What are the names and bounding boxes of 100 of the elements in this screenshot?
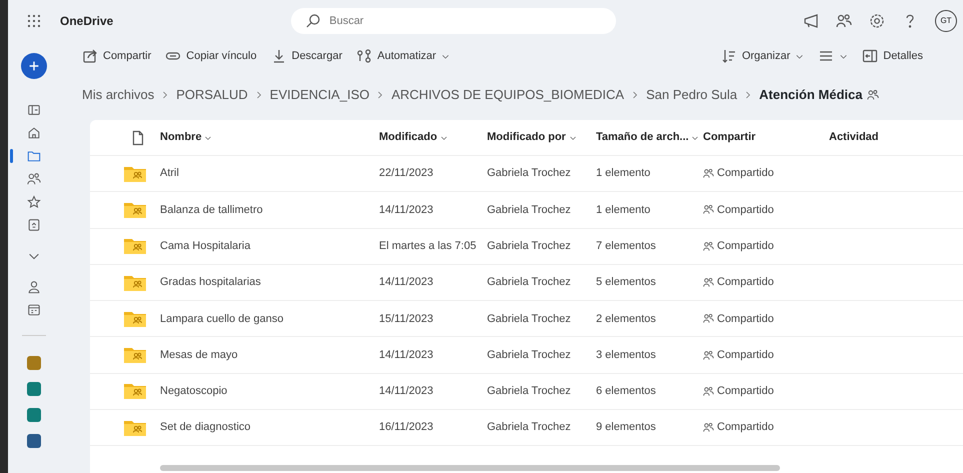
megaphone-button[interactable]	[803, 13, 819, 29]
sidebar-item[interactable]	[27, 126, 41, 140]
horizontal-scrollbar[interactable]	[160, 465, 780, 471]
sidebar-item[interactable]	[27, 172, 41, 186]
people-icon	[703, 240, 714, 252]
modified-date: 14/11/2023	[379, 384, 434, 400]
item-count: 9 elementos	[596, 420, 657, 436]
modified-by: Gabriela Trochez	[487, 166, 572, 182]
toolbar-button[interactable]: Compartir	[82, 48, 152, 64]
recycle-bin-icon	[27, 218, 41, 232]
toolbar-button[interactable]: Detalles	[862, 48, 923, 64]
column-header[interactable]: Actividad	[829, 129, 963, 146]
folder-name[interactable]: Cama Hospitalaria	[160, 238, 379, 254]
column-header[interactable]: Modificado por	[487, 129, 596, 146]
folder-name[interactable]: Negatoscopio	[160, 383, 379, 400]
folder-icon	[27, 149, 41, 163]
modified-by: Gabriela Trochez	[487, 420, 572, 436]
breadcrumb-link[interactable]: PORSALUD	[176, 85, 248, 105]
item-count: 3 elementos	[596, 348, 657, 363]
modified-by: Gabriela Trochez	[487, 348, 572, 363]
waffle-menu-icon	[26, 13, 42, 29]
library-tile[interactable]	[27, 434, 41, 448]
chevron-right-icon	[744, 91, 752, 99]
item-count: 2 elementos	[596, 312, 657, 327]
app-title: OneDrive	[60, 13, 114, 30]
modified-by: Gabriela Trochez	[487, 384, 572, 400]
search-field[interactable]: Buscar	[291, 8, 616, 34]
modified-by: Gabriela Trochez	[487, 275, 572, 290]
column-header[interactable]: Compartir	[703, 129, 829, 146]
toolbar-button[interactable]: Copiar vínculo	[165, 48, 257, 64]
library-tile[interactable]	[27, 408, 41, 422]
people-button[interactable]	[836, 13, 852, 29]
people-icon	[27, 172, 41, 186]
shared-folder-icon	[124, 274, 146, 291]
folder-name[interactable]: Set de diagnostico	[160, 419, 379, 436]
sharing-status: Compartido	[717, 166, 774, 182]
folder-name[interactable]: Balanza de tallimetro	[160, 202, 379, 218]
people-icon	[703, 386, 714, 397]
search-icon	[305, 13, 322, 29]
shared-folder-icon	[124, 166, 146, 182]
settings-icon	[869, 13, 885, 29]
shared-people-icon	[867, 89, 880, 101]
modified-date: 14/11/2023	[379, 348, 434, 363]
folder-name[interactable]: Atril	[160, 165, 379, 182]
toolbar-button[interactable]: Descargar	[270, 48, 342, 64]
modified-by: Gabriela Trochez	[487, 202, 572, 218]
sharing-status: Compartido	[717, 312, 774, 327]
shared-folder-icon	[124, 383, 146, 400]
chevron-right-icon	[161, 91, 170, 99]
sidebar-item[interactable]	[27, 103, 41, 117]
sidebar-item[interactable]	[27, 195, 41, 209]
column-header[interactable]: Tamaño de arch...	[596, 129, 703, 146]
sharing-status: Compartido	[717, 202, 774, 218]
account-avatar[interactable]: GT	[935, 10, 957, 32]
calendar-icon	[27, 303, 41, 317]
shared-folder-icon	[124, 202, 146, 218]
people-icon	[703, 277, 714, 288]
library-tile[interactable]	[27, 382, 41, 396]
new-button[interactable]	[21, 53, 47, 79]
megaphone-icon	[803, 13, 819, 29]
current-folder: Atención Médica	[759, 86, 862, 104]
sort-icon	[720, 48, 737, 64]
shared-folder-icon	[124, 238, 146, 254]
toolbar-button[interactable]: Organizar	[720, 48, 804, 64]
modified-date: 16/11/2023	[379, 420, 434, 436]
folder-name[interactable]: Gradas hospitalarias	[160, 274, 379, 291]
toolbar-button[interactable]: Automatizar	[356, 48, 450, 64]
details-pane-icon	[862, 48, 878, 64]
home-icon	[27, 126, 41, 140]
people-icon	[836, 13, 852, 29]
flow-icon	[356, 48, 372, 64]
library-tile[interactable]	[27, 356, 41, 370]
settings-button[interactable]	[869, 13, 885, 29]
folder-name[interactable]: Lampara cuello de ganso	[160, 310, 379, 328]
people-icon	[703, 350, 714, 361]
column-header[interactable]: Modificado	[379, 129, 487, 146]
column-header[interactable]: Nombre	[160, 129, 379, 146]
modified-date: 14/11/2023	[379, 275, 434, 290]
sidebar-item[interactable]	[27, 303, 41, 317]
modified-date: 22/11/2023	[379, 166, 434, 182]
person-icon	[27, 280, 41, 294]
item-count: 7 elementos	[596, 238, 657, 254]
breadcrumb-link[interactable]: ARCHIVOS DE EQUIPOS_BIOMEDICA	[391, 85, 624, 105]
sharing-status: Compartido	[717, 238, 774, 254]
folder-name[interactable]: Mesas de mayo	[160, 346, 379, 364]
breadcrumb-link[interactable]: San Pedro Sula	[646, 85, 738, 105]
app-launcher-button[interactable]	[26, 13, 42, 29]
item-count: 5 elementos	[596, 275, 657, 290]
sharing-status: Compartido	[717, 348, 774, 363]
breadcrumb-link[interactable]: Mis archivos	[82, 85, 154, 105]
sidebar-item[interactable]	[27, 218, 41, 232]
star-icon	[27, 195, 41, 209]
modified-by: Gabriela Trochez	[487, 312, 572, 327]
breadcrumb-link[interactable]: EVIDENCIA_ISO	[270, 85, 370, 105]
item-count: 1 elemento	[596, 202, 652, 218]
sidebar-item[interactable]	[27, 149, 41, 163]
people-icon	[703, 204, 714, 216]
sidebar-item[interactable]	[27, 280, 41, 294]
item-count: 6 elementos	[596, 384, 657, 400]
people-icon	[703, 313, 714, 324]
